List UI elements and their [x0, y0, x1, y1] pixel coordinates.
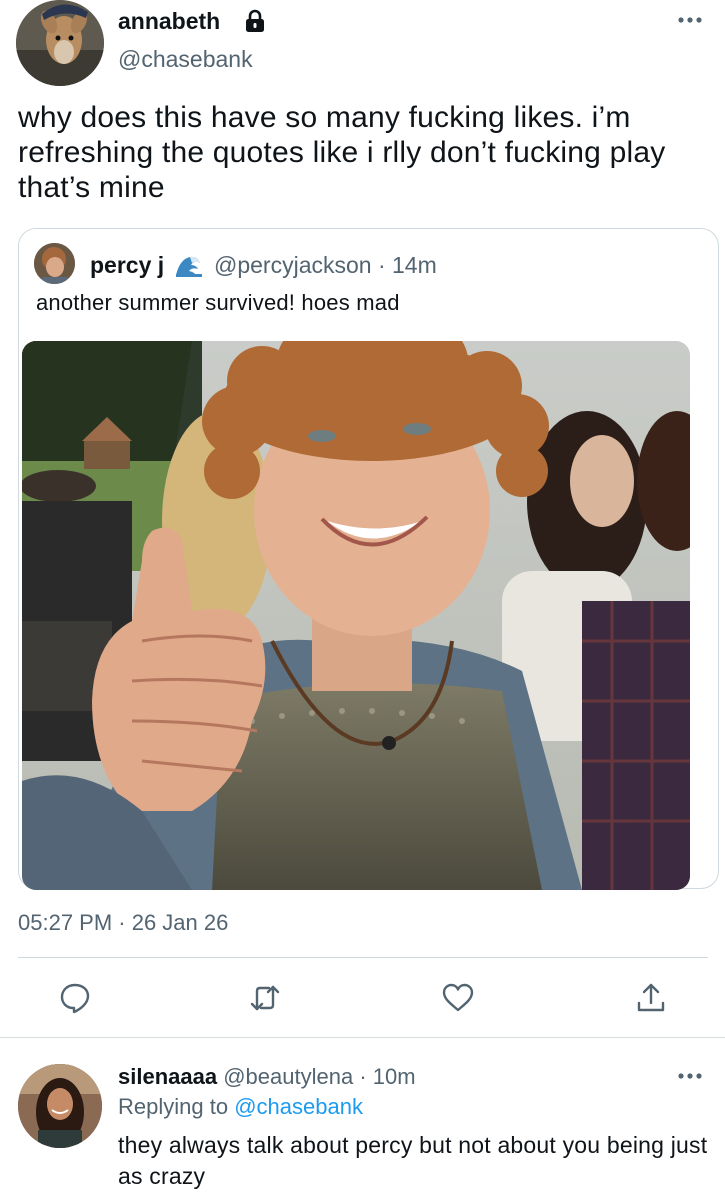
quoted-tweet-photo[interactable] — [22, 341, 690, 890]
tweet-timestamp[interactable]: 05:27 PM · 26 Jan 26 — [18, 910, 228, 936]
quoted-display-name[interactable]: percy j — [90, 252, 164, 279]
replying-to-line: Replying to @chasebank — [118, 1094, 363, 1120]
reply-age: · 10m — [359, 1064, 416, 1089]
reply-display-name[interactable]: silenaaaa — [118, 1064, 217, 1089]
deer-avatar-icon — [16, 0, 104, 86]
reply-handle[interactable]: @beautylena — [223, 1064, 353, 1089]
tweet-text: why does this have so many fucking likes… — [18, 101, 666, 204]
replying-to-mention[interactable]: @chasebank — [234, 1094, 363, 1119]
replying-to-label: Replying to — [118, 1094, 229, 1119]
quoted-handle[interactable]: @percyjackson — [214, 252, 372, 278]
reply-author-avatar[interactable] — [18, 1064, 102, 1148]
reply-more-options-icon[interactable] — [676, 1070, 704, 1082]
quoted-handle-and-time[interactable]: @percyjackson · 14m — [214, 252, 437, 279]
heart-icon[interactable] — [441, 981, 475, 1015]
more-options-icon[interactable] — [676, 14, 704, 26]
quoted-tweet-text: another summer survived! hoes mad — [36, 290, 400, 315]
reply-icon[interactable] — [58, 981, 92, 1015]
author-avatar[interactable] — [16, 0, 104, 86]
share-icon[interactable] — [634, 981, 668, 1015]
lock-icon — [246, 9, 264, 32]
divider — [18, 957, 708, 958]
quoted-author-avatar[interactable] — [34, 243, 75, 284]
quoted-age: · 14m — [377, 252, 437, 278]
photo-image — [22, 341, 690, 890]
author-display-name[interactable]: annabeth — [118, 8, 220, 35]
thread-separator — [0, 1037, 725, 1038]
wave-icon — [176, 256, 202, 277]
reply-text: they always talk about percy but not abo… — [118, 1132, 708, 1189]
reply-header: silenaaaa @beautylena · 10m — [118, 1064, 416, 1090]
retweet-icon[interactable] — [248, 981, 282, 1015]
author-handle[interactable]: @chasebank — [118, 46, 253, 73]
